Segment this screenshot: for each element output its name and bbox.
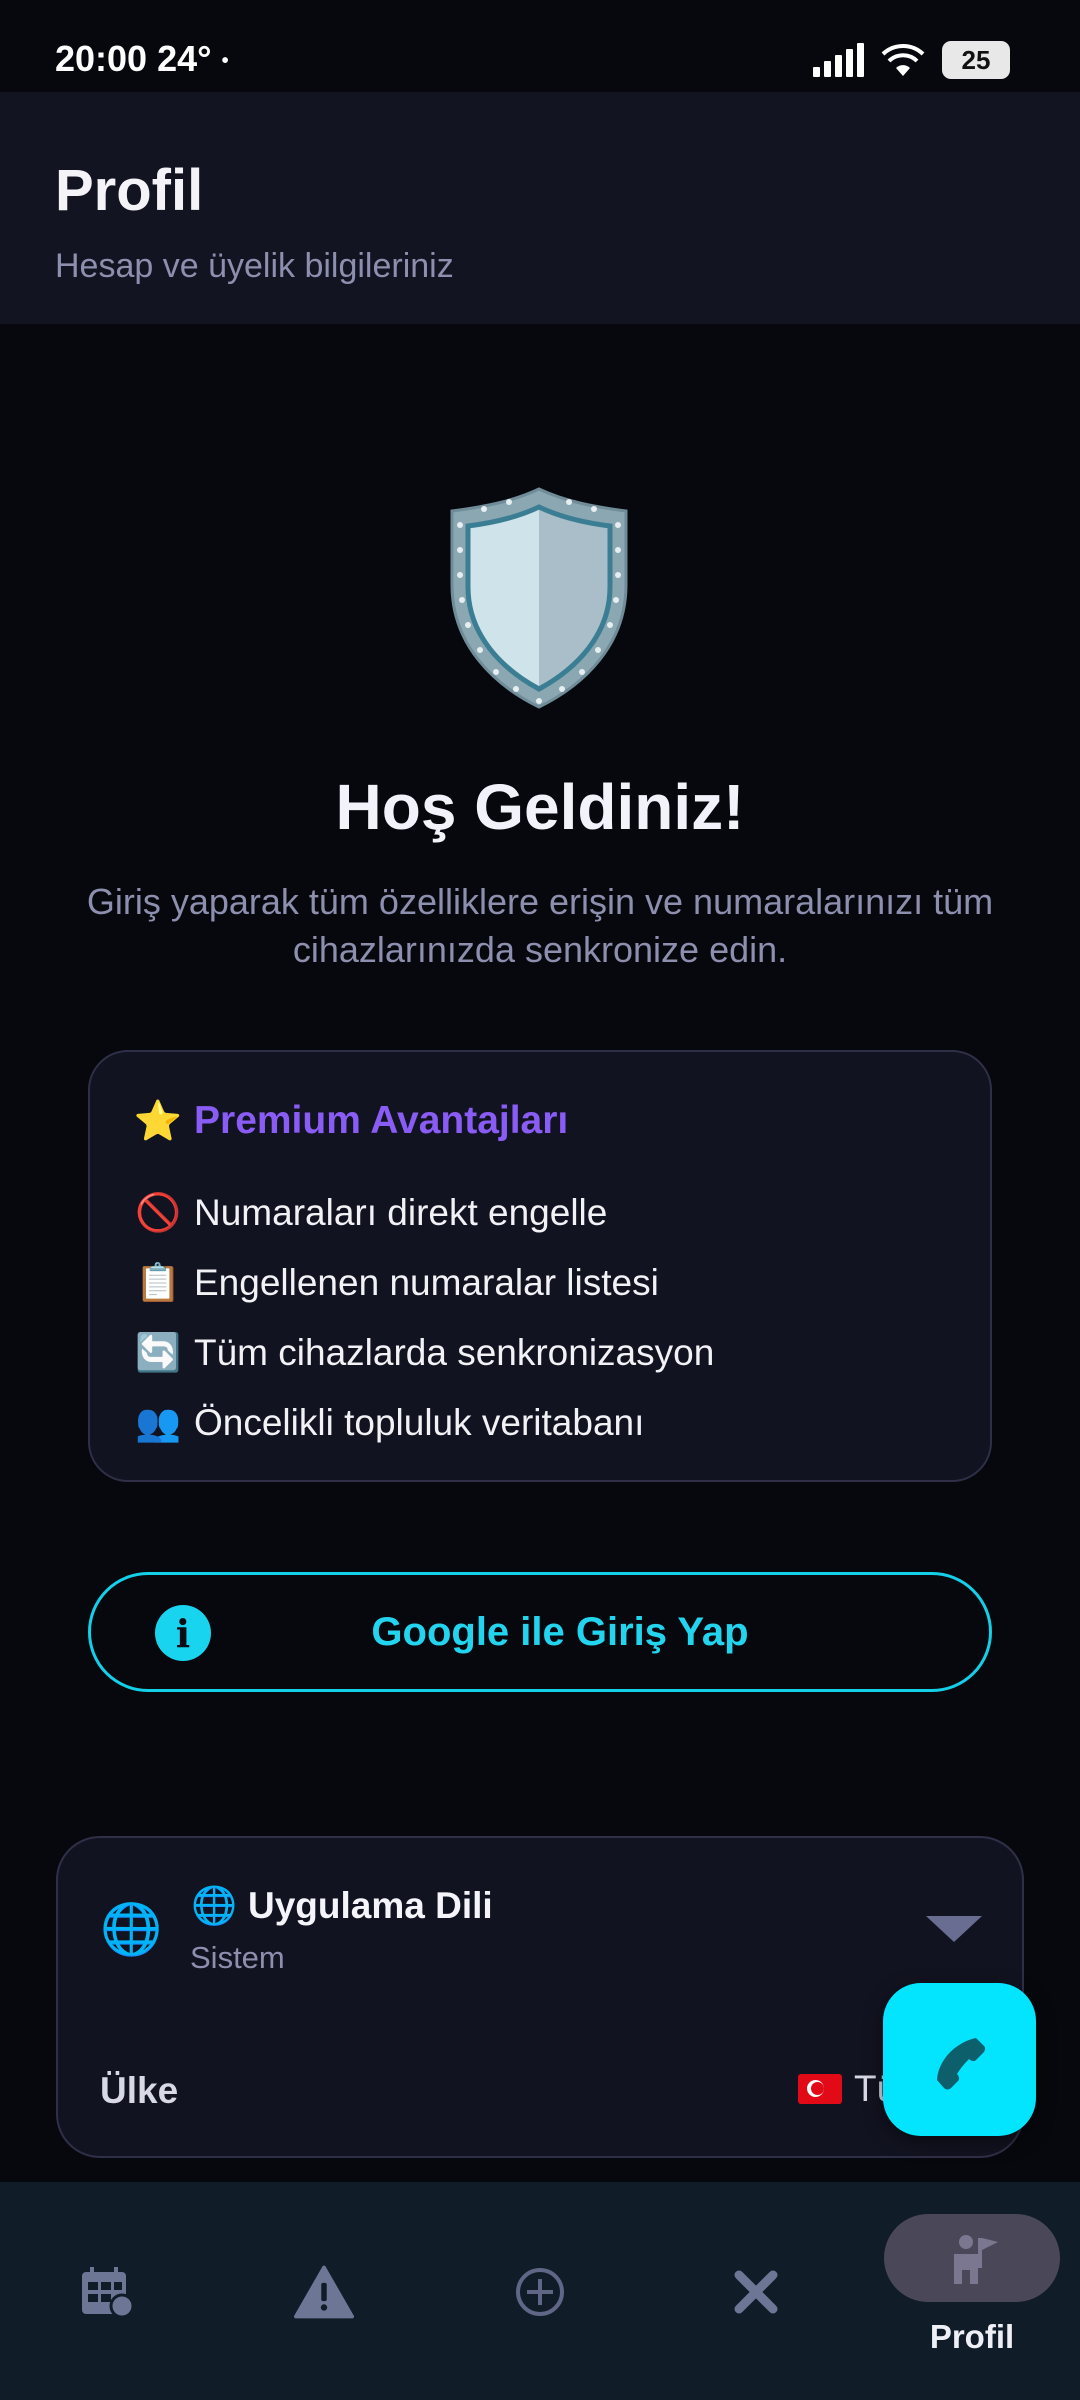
country-label: Ülke <box>100 2070 179 2111</box>
status-time: 20:00 24° • <box>55 38 229 80</box>
clipboard-icon: 📋 <box>134 1261 182 1304</box>
page-subtitle: Hesap ve üyelik bilgileriniz <box>55 247 454 285</box>
premium-title: ⭐ Premium Avantajları <box>133 1098 569 1144</box>
status-bar: 20:00 24° • 25 <box>0 0 1080 92</box>
status-dot: • <box>221 49 229 72</box>
country-setting-row[interactable]: Ülke Tü <box>58 2028 1022 2148</box>
page-title: Profil <box>55 158 204 223</box>
list-item-label: Engellenen numaralar listesi <box>194 1262 659 1303</box>
nav-label-profile: Profil <box>929 2318 1015 2355</box>
list-item-label: Öncelikli topluluk veritabanı <box>194 1402 645 1443</box>
premium-list: 🚫 Numaraları direkt engelle 📋 Engellenen… <box>134 1178 714 1458</box>
list-item: 🔄 Tüm cihazlarda senkronizasyon <box>134 1318 714 1388</box>
language-setting-row[interactable]: 🌐 🌐 Uygulama Dili Sistem <box>58 1838 1022 2008</box>
language-title-text: Uygulama Dili <box>248 1885 493 1926</box>
premium-title-text: Premium Avantajları <box>194 1099 569 1142</box>
close-x-icon <box>726 2262 786 2322</box>
users-icon: 👥 <box>134 1401 182 1444</box>
battery-icon: 25 <box>942 41 1010 79</box>
active-indicator <box>884 2214 1060 2302</box>
chevron-down-icon[interactable] <box>926 1916 982 1942</box>
temperature-text: 24° <box>157 38 212 79</box>
info-icon: i <box>155 1605 211 1661</box>
shield-icon <box>450 487 628 709</box>
calendar-grid-icon <box>78 2262 138 2322</box>
welcome-title: Hoş Geldiniz! <box>335 771 745 843</box>
call-fab-button[interactable] <box>883 1983 1036 2136</box>
block-icon: 🚫 <box>134 1191 182 1234</box>
sync-icon: 🔄 <box>134 1331 182 1374</box>
nav-item-profile[interactable]: Profil <box>864 2182 1080 2400</box>
page-header: Profil Hesap ve üyelik bilgileriniz <box>0 92 1080 324</box>
add-circle-icon <box>510 2262 570 2322</box>
list-item: 👥 Öncelikli topluluk veritabanı <box>134 1388 714 1458</box>
globe-icon: 🌐 <box>100 1900 163 1958</box>
warning-icon <box>294 2262 354 2322</box>
google-login-button[interactable]: i Google ile Giriş Yap <box>88 1572 992 1692</box>
nav-item-blocked[interactable] <box>648 2182 864 2400</box>
profile-icon <box>954 2235 998 2284</box>
nav-item-warning[interactable] <box>216 2182 432 2400</box>
bottom-navigation: Profil <box>0 2182 1080 2400</box>
list-item: 🚫 Numaraları direkt engelle <box>134 1178 714 1248</box>
list-item: 📋 Engellenen numaralar listesi <box>134 1248 714 1318</box>
welcome-description: Giriş yaparak tüm özelliklere erişin ve … <box>86 881 994 970</box>
nav-item-calendar[interactable] <box>0 2182 216 2400</box>
star-icon: ⭐ <box>133 1099 183 1144</box>
phone-icon <box>936 2037 985 2089</box>
clock-text: 20:00 <box>55 38 148 79</box>
settings-card: 🌐 🌐 Uygulama Dili Sistem Ülke Tü <box>56 1836 1024 2158</box>
premium-benefits-card: ⭐ Premium Avantajları 🚫 Numaraları direk… <box>88 1050 992 1482</box>
status-icons: 25 <box>813 38 1010 82</box>
google-login-label: Google ile Giriş Yap <box>371 1609 749 1654</box>
globe-emoji-icon: 🌐 <box>190 1884 238 1927</box>
wifi-icon <box>881 44 925 76</box>
nav-item-add[interactable] <box>432 2182 648 2400</box>
language-title: 🌐 Uygulama Dili <box>190 1884 493 1928</box>
turkey-flag-icon <box>798 2074 842 2104</box>
list-item-label: Tüm cihazlarda senkronizasyon <box>194 1332 715 1373</box>
list-item-label: Numaraları direkt engelle <box>194 1192 608 1233</box>
signal-icon <box>813 43 864 77</box>
language-value: Sistem <box>190 1940 285 1975</box>
